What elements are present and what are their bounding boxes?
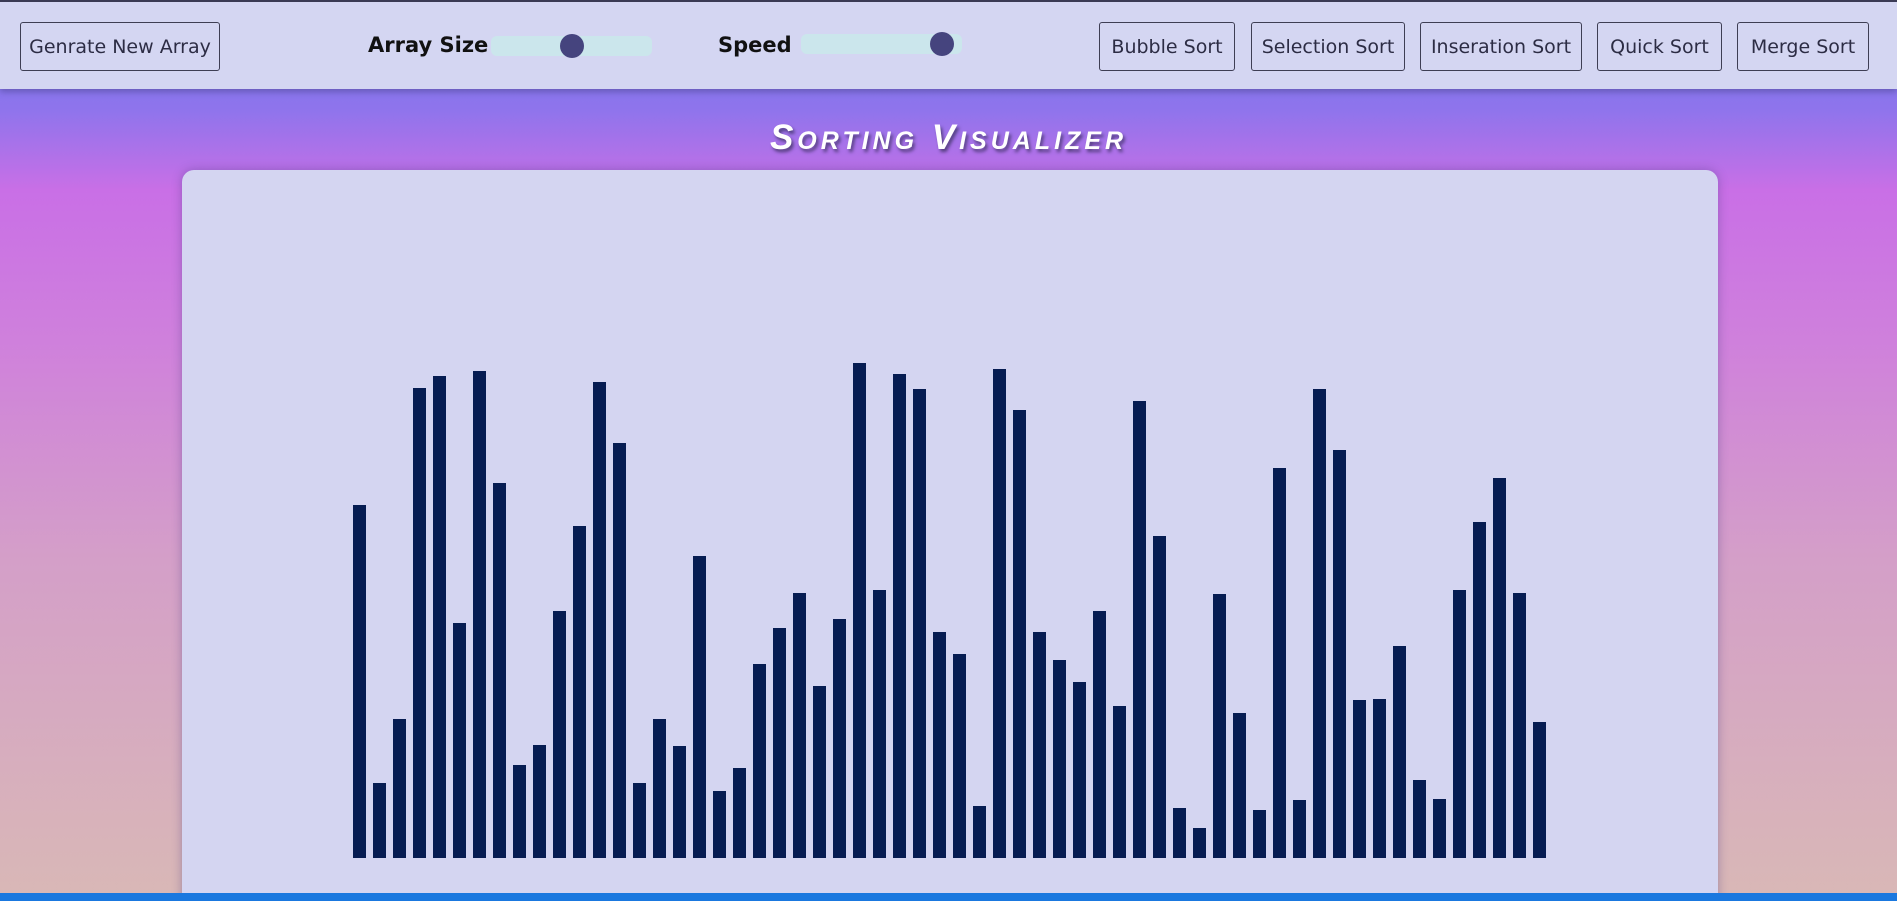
array-bar xyxy=(673,746,686,858)
array-bar xyxy=(853,363,866,858)
array-bar xyxy=(1133,401,1146,858)
array-bar xyxy=(913,389,926,858)
array-bar xyxy=(1153,536,1166,858)
array-bar xyxy=(973,806,986,858)
array-bar xyxy=(993,369,1006,858)
array-bar xyxy=(1493,478,1506,858)
array-bar xyxy=(1233,713,1246,858)
array-bar xyxy=(633,783,646,858)
array-bar xyxy=(1353,700,1366,858)
array-bar xyxy=(933,632,946,858)
array-bar xyxy=(1533,722,1546,858)
array-bar xyxy=(1073,682,1086,858)
visualizer-panel xyxy=(182,170,1718,901)
array-bar xyxy=(1413,780,1426,858)
array-bar xyxy=(573,526,586,858)
array-bar xyxy=(813,686,826,858)
array-bar xyxy=(1093,611,1106,858)
array-bar xyxy=(453,623,466,858)
array-bar xyxy=(473,371,486,858)
array-bar xyxy=(773,628,786,858)
array-bar xyxy=(1473,522,1486,858)
generate-new-array-button[interactable]: Genrate New Array xyxy=(20,22,220,71)
array-bar xyxy=(1013,410,1026,858)
speed-label: Speed xyxy=(718,33,792,57)
array-bar xyxy=(793,593,806,858)
array-bar xyxy=(1173,808,1186,858)
array-size-slider-handle[interactable] xyxy=(559,34,584,58)
array-size-label: Array Size xyxy=(368,33,489,57)
array-bar xyxy=(613,443,626,858)
speed-slider-handle[interactable] xyxy=(929,32,954,56)
array-bar xyxy=(1113,706,1126,858)
array-bar xyxy=(433,376,446,858)
array-bar xyxy=(1373,699,1386,858)
array-bar xyxy=(1293,800,1306,858)
array-bar xyxy=(413,388,426,858)
bubble-sort-button[interactable]: Bubble Sort xyxy=(1099,22,1235,71)
array-bar xyxy=(593,382,606,858)
array-bar xyxy=(1193,828,1206,858)
array-bar xyxy=(1393,646,1406,858)
page-title: Sorting Visualizer xyxy=(769,118,1128,157)
array-bar xyxy=(1433,799,1446,858)
array-bar xyxy=(953,654,966,858)
array-bar xyxy=(553,611,566,858)
array-bar xyxy=(513,765,526,858)
array-size-slider[interactable] xyxy=(491,34,652,58)
array-bar xyxy=(1453,590,1466,858)
array-bar xyxy=(1313,389,1326,858)
array-bar xyxy=(653,719,666,858)
array-bar xyxy=(833,619,846,858)
array-bar xyxy=(713,791,726,858)
array-bar xyxy=(1213,594,1226,858)
array-bar xyxy=(1273,468,1286,858)
array-bar xyxy=(873,590,886,858)
array-bar xyxy=(753,664,766,858)
array-bar xyxy=(493,483,506,858)
selection-sort-button[interactable]: Selection Sort xyxy=(1251,22,1405,71)
array-bar xyxy=(1053,660,1066,858)
array-bar xyxy=(893,374,906,858)
array-bar xyxy=(353,505,366,858)
array-bar xyxy=(373,783,386,858)
array-bar xyxy=(1333,450,1346,858)
array-bar xyxy=(393,719,406,858)
merge-sort-button[interactable]: Merge Sort xyxy=(1737,22,1869,71)
insertion-sort-button[interactable]: Inseration Sort xyxy=(1420,22,1582,71)
array-bar xyxy=(533,745,546,858)
bottom-strip xyxy=(0,893,1897,901)
navbar: Genrate New Array Array Size Speed Bubbl… xyxy=(0,2,1897,89)
array-bar xyxy=(1033,632,1046,858)
array-bar xyxy=(1253,810,1266,858)
array-bar xyxy=(733,768,746,858)
quick-sort-button[interactable]: Quick Sort xyxy=(1597,22,1722,71)
speed-slider[interactable] xyxy=(801,32,962,56)
array-bar xyxy=(693,556,706,858)
array-bar xyxy=(1513,593,1526,858)
array-bars-chart xyxy=(353,363,1546,858)
